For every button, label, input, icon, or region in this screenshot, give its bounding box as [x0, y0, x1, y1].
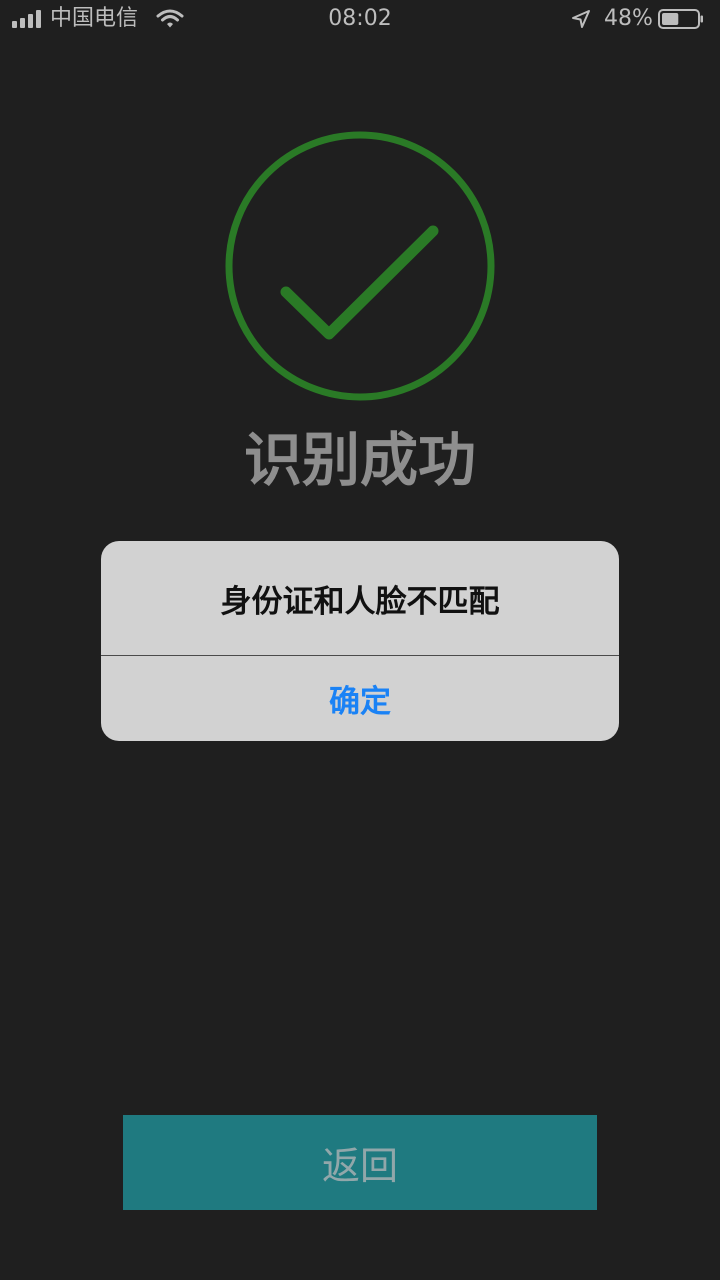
- alert-dialog: 身份证和人脸不匹配 确定: [101, 541, 619, 741]
- location-arrow-icon: [572, 10, 590, 28]
- result-title: 识别成功: [243, 426, 476, 494]
- back-button[interactable]: 返回: [123, 1115, 597, 1210]
- battery-icon: [658, 9, 703, 29]
- battery-percent: 48%: [604, 6, 653, 31]
- alert-message: 身份证和人脸不匹配: [220, 583, 500, 620]
- check-circle-icon: [225, 131, 495, 401]
- status-bar: 中国电信 08:02 48%: [0, 0, 720, 40]
- confirm-button[interactable]: 确定: [101, 656, 619, 741]
